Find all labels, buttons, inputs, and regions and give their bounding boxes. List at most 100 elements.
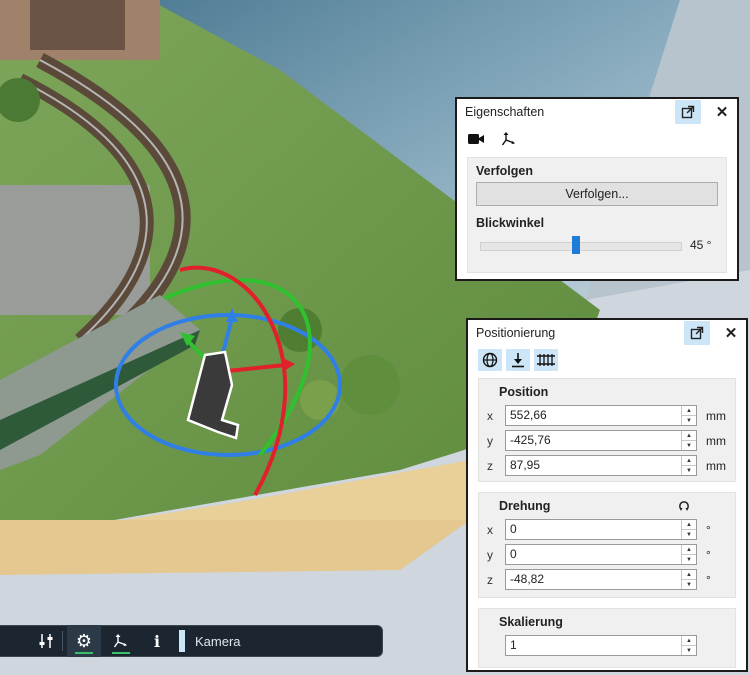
positioning-title: Positionierung (476, 326, 556, 340)
position-z-row: z 87,95 ▲ ▼ mm (479, 453, 735, 478)
spin-down-icon[interactable]: ▼ (682, 440, 696, 450)
properties-titlebar: Eigenschaften ✕ (457, 99, 737, 125)
info-icon: i (153, 631, 161, 651)
field-value[interactable]: 552,66 (506, 406, 681, 425)
unit-label: mm (706, 408, 726, 423)
field-value[interactable]: 87,95 (506, 456, 681, 475)
spin-up-icon[interactable]: ▲ (682, 520, 696, 529)
field-value[interactable]: 0 (506, 520, 681, 539)
field-value[interactable]: -48,82 (506, 570, 681, 589)
slider-track[interactable] (480, 242, 682, 251)
follow-button[interactable]: Verfolgen... (476, 182, 718, 206)
info-button[interactable]: i (141, 625, 173, 657)
follow-button-label: Verfolgen... (565, 187, 629, 201)
rotation-x-row: x 0 ▲ ▼ ° (479, 517, 735, 542)
gear-button[interactable]: ⚙ (67, 625, 101, 657)
spin-up-icon[interactable]: ▲ (682, 431, 696, 440)
positioning-panel: Positionierung ✕ Position x 552,66 ▲ ▼ mm … (466, 318, 748, 672)
rotation-z-row: z -48,82 ▲ ▼ ° (479, 567, 735, 592)
bush (340, 355, 400, 415)
unit-label: ° (706, 547, 711, 562)
spin-up-icon[interactable]: ▲ (682, 636, 696, 645)
move-icon (113, 634, 127, 648)
axis-label: z (487, 572, 493, 587)
world-space-button[interactable] (478, 349, 502, 371)
spin-down-icon[interactable]: ▼ (682, 529, 696, 539)
spin-up-icon[interactable]: ▲ (682, 570, 696, 579)
position-y-row: y -425,76 ▲ ▼ mm (479, 428, 735, 453)
snap-to-ground-button[interactable] (506, 349, 530, 371)
camera-icon (468, 134, 484, 144)
unit-label: ° (706, 572, 711, 587)
view-angle-heading: Blickwinkel (476, 216, 545, 230)
scale-field[interactable]: 1 ▲ ▼ (505, 635, 697, 656)
follow-heading: Verfolgen (476, 164, 533, 178)
unit-label: ° (706, 522, 711, 537)
axis-label: y (487, 433, 493, 448)
bottom-toolbar: ⚙ i Kamera (0, 625, 383, 657)
close-button[interactable]: ✕ (709, 100, 735, 124)
axis-label: x (487, 408, 493, 423)
track-icon (537, 354, 555, 366)
position-x-row: x 552,66 ▲ ▼ mm (479, 403, 735, 428)
view-angle-slider[interactable]: 45 ° (476, 234, 718, 258)
spin-up-icon[interactable]: ▲ (682, 456, 696, 465)
unit-label: mm (706, 433, 726, 448)
slider-thumb[interactable] (572, 236, 580, 254)
camera-label: Kamera (195, 633, 241, 649)
position-heading: Position (499, 385, 549, 399)
scale-section: Skalierung 1 ▲ ▼ (478, 608, 736, 668)
mode-indicator (179, 630, 185, 652)
rotation-x-field[interactable]: 0 ▲ ▼ (505, 519, 697, 540)
axis-label: x (487, 522, 493, 537)
rotation-heading: Drehung (499, 499, 551, 513)
axis-label: y (487, 547, 493, 562)
field-value[interactable]: 0 (506, 545, 681, 564)
popout-button[interactable] (675, 100, 701, 124)
spin-down-icon[interactable]: ▼ (682, 415, 696, 425)
popout-icon (690, 326, 704, 340)
tunnel-opening (30, 0, 125, 50)
rotation-z-field[interactable]: -48,82 ▲ ▼ (505, 569, 697, 590)
popout-button[interactable] (684, 321, 710, 345)
rotation-section: Drehung x 0 ▲ ▼ ° y 0 ▲ ▼ ° z -48,82 ▲ ▼ ° (478, 492, 736, 598)
axis-label: z (487, 458, 493, 473)
position-z-field[interactable]: 87,95 ▲ ▼ (505, 455, 697, 476)
spin-up-icon[interactable]: ▲ (682, 545, 696, 554)
move-tab[interactable] (501, 131, 517, 147)
popout-icon (681, 105, 695, 119)
spin-down-icon[interactable]: ▼ (682, 465, 696, 475)
spin-down-icon[interactable]: ▼ (682, 554, 696, 564)
close-icon: ✕ (715, 104, 729, 121)
camera-tab[interactable] (467, 132, 485, 146)
rotation-y-field[interactable]: 0 ▲ ▼ (505, 544, 697, 565)
unit-label: mm (706, 458, 726, 473)
rotation-y-row: y 0 ▲ ▼ ° (479, 542, 735, 567)
settings-sliders-button[interactable] (30, 625, 62, 657)
sliders-icon (39, 634, 53, 648)
reset-rotation-button[interactable] (678, 500, 690, 512)
rotate-reset-icon (679, 501, 689, 511)
spin-up-icon[interactable]: ▲ (682, 406, 696, 415)
position-section: Position x 552,66 ▲ ▼ mm y -425,76 ▲ ▼ mm z … (478, 378, 736, 482)
download-icon (512, 353, 524, 368)
view-angle-value: 45 ° (690, 238, 712, 252)
field-value[interactable]: 1 (506, 636, 681, 655)
move-button[interactable] (105, 625, 137, 657)
close-icon: ✕ (724, 325, 738, 342)
field-value[interactable]: -425,76 (506, 431, 681, 450)
position-y-field[interactable]: -425,76 ▲ ▼ (505, 430, 697, 451)
close-button[interactable]: ✕ (718, 321, 744, 345)
globe-icon (482, 352, 498, 368)
sand-strip (0, 520, 470, 575)
properties-panel: Eigenschaften ✕ Verfolgen Verfolgen... B… (455, 97, 739, 281)
spin-down-icon[interactable]: ▼ (682, 579, 696, 589)
spin-down-icon[interactable]: ▼ (682, 645, 696, 655)
scale-heading: Skalierung (499, 615, 563, 629)
properties-title: Eigenschaften (465, 105, 545, 119)
gear-icon: ⚙ (75, 630, 93, 651)
snap-to-track-button[interactable] (534, 349, 558, 371)
position-x-field[interactable]: 552,66 ▲ ▼ (505, 405, 697, 426)
positioning-titlebar: Positionierung ✕ (468, 320, 746, 346)
move-icon (501, 132, 515, 146)
